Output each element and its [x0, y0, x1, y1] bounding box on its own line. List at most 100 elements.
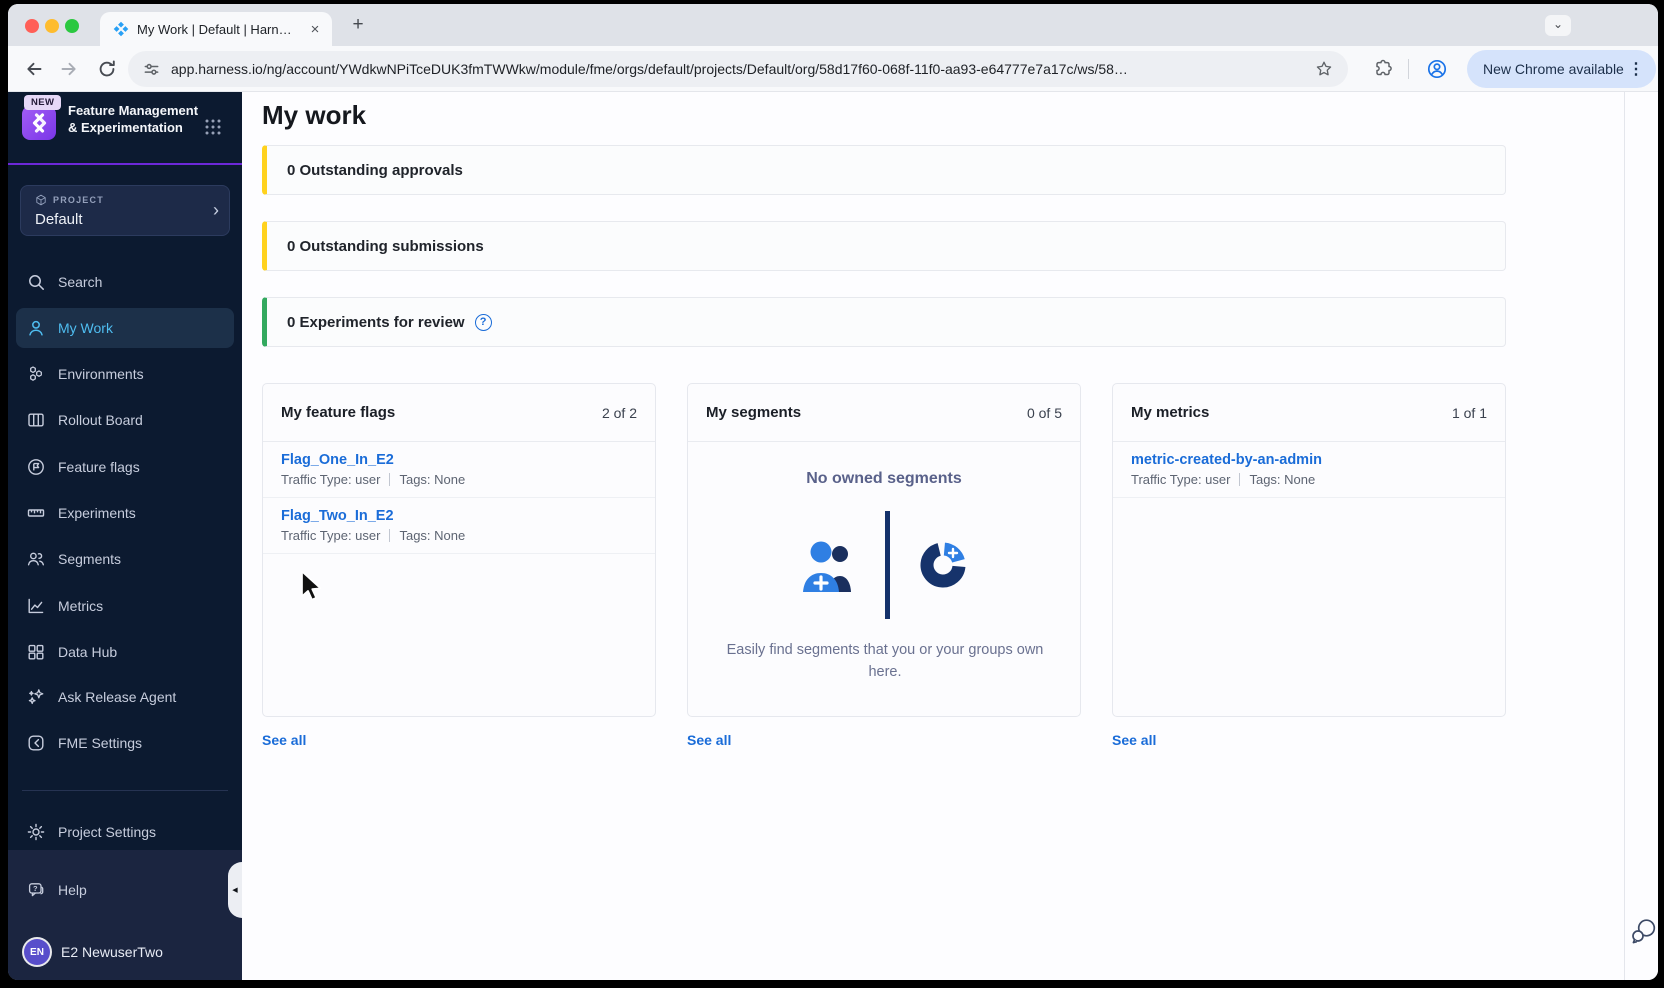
card-count: 0 of 5 [1026, 404, 1062, 421]
alert-outstanding-approvals: 0 Outstanding approvals [262, 145, 1506, 195]
bookmark-star-icon[interactable] [1314, 59, 1334, 79]
sidebar-item-search[interactable]: Search [16, 262, 234, 302]
sidebar-item-rollout-board[interactable]: Rollout Board [16, 400, 234, 440]
see-all-segments-link[interactable]: See all [687, 732, 731, 748]
back-icon[interactable] [22, 58, 44, 80]
empty-state-text: Easily find segments that you or your gr… [726, 642, 1044, 680]
tab-search-button[interactable]: ⌄ [1545, 15, 1571, 36]
tab-strip: My Work | Default | Harness × + ⌄ [8, 4, 1658, 46]
help-label: Help [58, 882, 87, 898]
segment-donut-icon [920, 542, 965, 588]
environments-icon [30, 366, 42, 381]
content-right-divider [1624, 92, 1625, 980]
url-bar[interactable]: app.harness.io/ng/account/YWdkwNPiTceDUK… [128, 51, 1348, 87]
metric-link[interactable]: metric-created-by-an-admin [1131, 452, 1322, 468]
maximize-window-button[interactable] [65, 19, 79, 33]
sidebar-item-fme-settings[interactable]: FME Settings [16, 723, 234, 763]
tab-close-icon[interactable]: × [306, 21, 324, 38]
user-menu[interactable]: EN E2 NewuserTwo [16, 932, 234, 972]
harness-favicon [113, 21, 129, 37]
meta-separator [389, 473, 391, 486]
ruler-icon [27, 509, 45, 517]
user-name: E2 NewuserTwo [61, 944, 163, 960]
meta-separator [1239, 473, 1241, 486]
meta-separator [389, 529, 391, 542]
feature-flag-row: Flag_One_In_E2 Traffic Type: user Tags: … [263, 442, 655, 498]
help-chat-icon: ? [28, 883, 44, 897]
module-grid-icon[interactable] [204, 118, 222, 136]
profile-icon[interactable] [1426, 58, 1448, 80]
browser-toolbar: app.harness.io/ng/account/YWdkwNPiTceDUK… [8, 46, 1658, 92]
sidebar-collapse-handle[interactable]: ◀ [228, 862, 242, 918]
browser-tab[interactable]: My Work | Default | Harness × [100, 12, 332, 46]
card-title: My metrics [1131, 404, 1210, 421]
sidebar-item-project-settings[interactable]: Project Settings [16, 812, 234, 852]
sidebar-item-label: Environments [58, 366, 144, 382]
sparkles-icon [28, 689, 44, 705]
svg-text:?: ? [33, 884, 38, 893]
chevron-right-icon: › [213, 200, 219, 220]
sidebar-item-label: Metrics [58, 598, 104, 614]
sidebar-item-label: Ask Release Agent [58, 689, 177, 705]
feature-flag-link[interactable]: Flag_One_In_E2 [281, 452, 394, 468]
traffic-type: Traffic Type: user [281, 472, 381, 487]
sidebar-item-data-hub[interactable]: Data Hub [16, 632, 234, 672]
forward-icon[interactable] [59, 58, 81, 80]
close-window-button[interactable] [25, 19, 39, 33]
alert-experiments-for-review: 0 Experiments for review ? [262, 297, 1506, 347]
chat-launcher-icon[interactable] [1628, 916, 1658, 946]
avatar: EN [24, 939, 50, 965]
chrome-update-button[interactable]: New Chrome available ⋮ [1467, 50, 1656, 88]
tags: Tags: None [1249, 472, 1316, 487]
divider-bar [884, 511, 890, 619]
row-meta: Traffic Type: user Tags: None [281, 472, 637, 487]
sidebar-item-feature-flags[interactable]: Feature flags [16, 447, 234, 487]
flag-icon [28, 459, 44, 475]
add-users-icon [802, 541, 851, 592]
help-circle-icon[interactable]: ? [474, 313, 492, 331]
sidebar-item-label: Project Settings [58, 824, 157, 840]
site-controls-icon[interactable] [142, 60, 161, 79]
tab-title: My Work | Default | Harness [137, 21, 298, 37]
board-icon [28, 413, 44, 427]
sidebar-item-label: My Work [58, 320, 113, 336]
new-tab-button[interactable]: + [346, 13, 370, 37]
url-text[interactable]: app.harness.io/ng/account/YWdkwNPiTceDUK… [171, 61, 1304, 77]
sidebar-divider [22, 790, 228, 791]
sidebar: NEW Feature Management & Experimentation [8, 92, 242, 980]
sidebar-item-metrics[interactable]: Metrics [16, 586, 234, 626]
see-all-metrics-link[interactable]: See all [1112, 732, 1156, 748]
sidebar-footer: ? Help EN E2 NewuserTwo [8, 850, 242, 980]
card-title: My segments [706, 404, 802, 421]
project-selector[interactable]: PROJECT Default › [20, 185, 230, 236]
sidebar-item-environments[interactable]: Environments [16, 354, 234, 394]
fme-logo[interactable] [22, 106, 56, 140]
traffic-type: Traffic Type: user [1131, 472, 1231, 487]
chart-icon [28, 598, 44, 614]
feature-flag-link[interactable]: Flag_Two_In_E2 [281, 508, 394, 524]
empty-state-graphic [688, 506, 1080, 624]
help-button[interactable]: ? Help [16, 870, 234, 910]
see-all-flags-link[interactable]: See all [262, 732, 306, 748]
feature-flag-row: Flag_Two_In_E2 Traffic Type: user Tags: … [263, 498, 655, 554]
row-meta: Traffic Type: user Tags: None [281, 528, 637, 543]
sidebar-item-label: Rollout Board [58, 412, 143, 428]
minimize-window-button[interactable] [45, 19, 59, 33]
data-hub-icon [28, 644, 44, 660]
chrome-update-label: New Chrome available [1483, 61, 1624, 77]
project-label: PROJECT [53, 195, 104, 205]
browser-window: My Work | Default | Harness × + ⌄ app.ha [8, 4, 1658, 980]
sidebar-item-ask-release-agent[interactable]: Ask Release Agent [16, 677, 234, 717]
page-title: My work [262, 100, 367, 130]
sidebar-item-label: Data Hub [58, 644, 118, 660]
card-count: 1 of 1 [1451, 404, 1487, 421]
sidebar-item-my-work[interactable]: My Work [16, 308, 234, 348]
sidebar-item-experiments[interactable]: Experiments [16, 493, 234, 533]
tags: Tags: None [399, 472, 466, 487]
card-title: My feature flags [281, 404, 396, 421]
extensions-icon[interactable] [1372, 58, 1394, 80]
reload-icon[interactable] [96, 58, 118, 80]
main-content: My work 0 Outstanding approvals 0 Outsta… [242, 92, 1658, 980]
sidebar-item-segments[interactable]: Segments [16, 539, 234, 579]
browser-menu-icon[interactable]: ⋮ [1628, 59, 1644, 79]
